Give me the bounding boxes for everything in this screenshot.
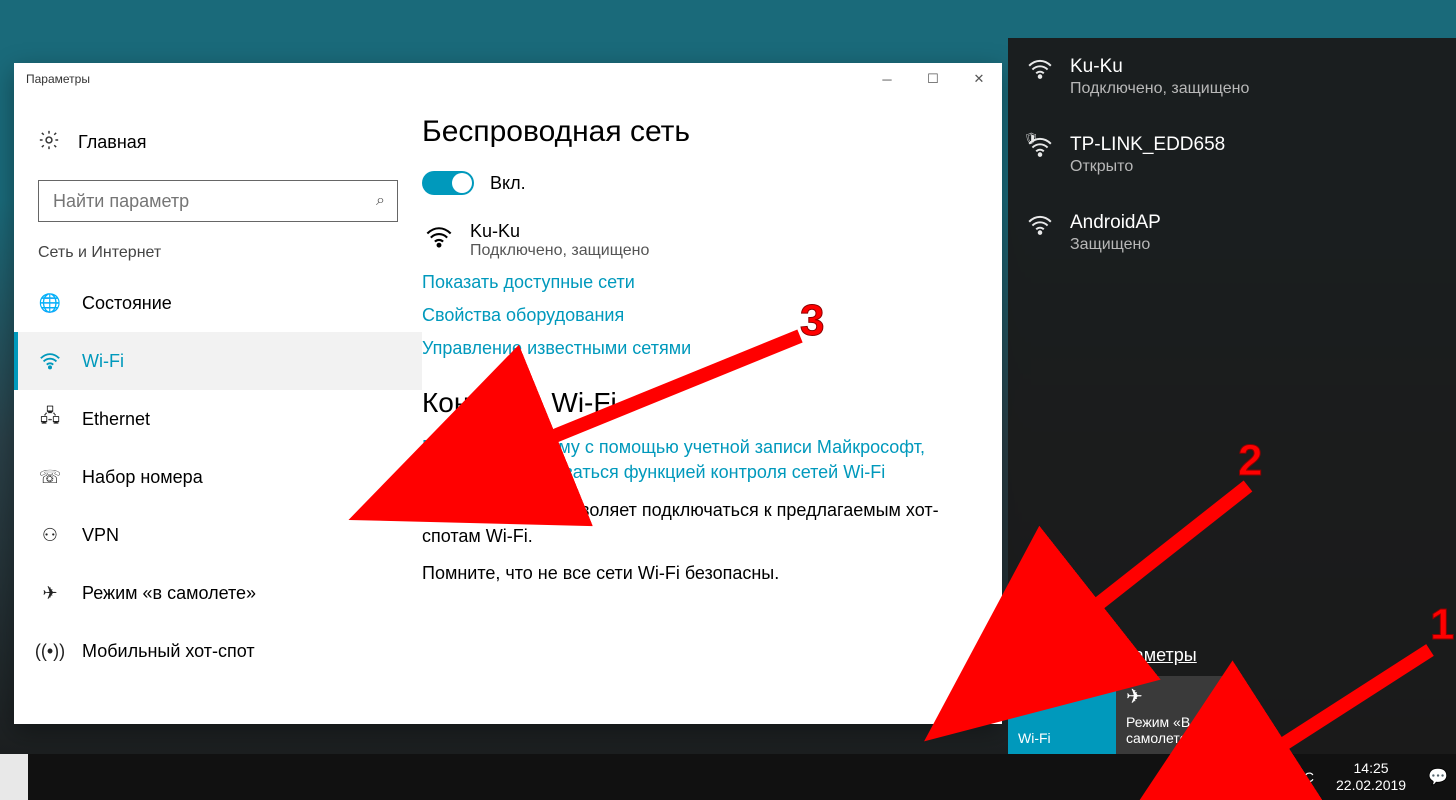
- nav-label: Wi-Fi: [82, 351, 124, 372]
- language-indicator[interactable]: РУС: [1286, 769, 1314, 785]
- close-button[interactable]: ✕: [956, 63, 1002, 95]
- maximize-button[interactable]: ☐: [910, 63, 956, 95]
- dialup-icon: ☏: [38, 467, 62, 488]
- vpn-icon: ⚇: [38, 525, 62, 546]
- gear-icon: [38, 129, 60, 156]
- flyout-network-item[interactable]: 🛡 TP-LINK_EDD658 Открыто: [1008, 116, 1456, 194]
- nav-dialup[interactable]: ☏ Набор номера: [14, 448, 422, 506]
- annotation-1: 1: [1430, 600, 1454, 650]
- globe-icon: 🌐: [38, 293, 62, 314]
- wifi-icon: [1018, 684, 1106, 712]
- wifi-tray-icon[interactable]: [1220, 766, 1238, 789]
- time: 14:25: [1336, 760, 1406, 777]
- task-view-preview[interactable]: [0, 754, 28, 800]
- nav-label: Режим «в самолете»: [82, 583, 256, 604]
- wifi-sense-heading: Контроль Wi-Fi: [422, 387, 964, 419]
- wifi-icon: [1026, 56, 1054, 98]
- nav-status[interactable]: 🌐 Состояние: [14, 274, 422, 332]
- wifi-icon: [38, 350, 62, 372]
- nav-label: Набор номера: [82, 467, 203, 488]
- minimize-button[interactable]: ─: [864, 63, 910, 95]
- tray-chevron-up-icon[interactable]: ︿: [1156, 765, 1172, 789]
- nav-label: Состояние: [82, 293, 172, 314]
- wifi-sense-desc: Контроль Wi-Fi позволяет подключаться к …: [422, 497, 964, 549]
- wifi-open-icon: 🛡: [1026, 134, 1054, 176]
- nav-label: VPN: [82, 525, 119, 546]
- nav-ethernet[interactable]: 🖧 Ethernet: [14, 390, 422, 448]
- page-title: Беспроводная сеть: [422, 115, 964, 149]
- hardware-properties-link[interactable]: Свойства оборудования: [422, 305, 964, 326]
- annotation-2: 2: [1238, 436, 1262, 486]
- flyout-network-item[interactable]: AndroidAP Защищено: [1008, 194, 1456, 272]
- network-settings-link-row: Сетевые параметры: [1008, 645, 1456, 676]
- hotspot-icon: ((•)): [38, 641, 62, 662]
- nav-label: Ethernet: [82, 409, 150, 430]
- quick-action-wifi[interactable]: Wi-Fi: [1008, 676, 1116, 754]
- nav-airplane[interactable]: ✈ Режим «в самолете»: [14, 564, 422, 622]
- nav-wifi[interactable]: Wi-Fi: [14, 332, 422, 390]
- settings-content: Беспроводная сеть Вкл. Ku-Ku Подключено,…: [422, 95, 1002, 724]
- quick-action-label: Режим «В самолете»: [1126, 714, 1214, 746]
- search-input[interactable]: [51, 190, 376, 213]
- airplane-icon: ✈: [1126, 684, 1214, 709]
- home-button[interactable]: Главная: [14, 119, 422, 174]
- network-status: Защищено: [1070, 236, 1161, 254]
- ms-signin-link[interactable]: Войдите в систему с помощью учетной запи…: [422, 435, 964, 485]
- shield-icon: 🛡: [1024, 132, 1038, 145]
- home-label: Главная: [78, 132, 147, 153]
- search-box[interactable]: ⌕: [38, 180, 398, 222]
- wifi-toggle[interactable]: [422, 171, 474, 195]
- manage-known-networks-link[interactable]: Управление известными сетями: [422, 338, 964, 359]
- taskbar[interactable]: ︿ 🔋 🔊 РУС 14:25 22.02.2019 💬: [0, 754, 1456, 800]
- show-available-networks-link[interactable]: Показать доступные сети: [422, 272, 964, 293]
- ethernet-icon: 🖧: [38, 404, 62, 434]
- action-center-icon[interactable]: 💬: [1428, 767, 1448, 787]
- network-settings-link[interactable]: Сетевые параметры: [1026, 645, 1197, 665]
- window-title: Параметры: [26, 72, 90, 86]
- flyout-network-item[interactable]: Ku-Ku Подключено, защищено: [1008, 38, 1456, 116]
- category-label: Сеть и Интернет: [14, 244, 422, 274]
- battery-icon[interactable]: 🔋: [1186, 767, 1206, 787]
- annotation-3: 3: [800, 296, 824, 346]
- toggle-label: Вкл.: [490, 173, 526, 194]
- network-name: Ku-Ku: [1070, 56, 1249, 78]
- titlebar[interactable]: Параметры ─ ☐ ✕: [14, 63, 1002, 95]
- wifi-icon: [1026, 212, 1054, 254]
- quick-action-airplane[interactable]: ✈ Режим «В самолете»: [1116, 676, 1224, 754]
- nav-hotspot[interactable]: ((•)) Мобильный хот-спот: [14, 622, 422, 680]
- airplane-icon: ✈: [38, 583, 62, 604]
- network-flyout: Ku-Ku Подключено, защищено 🛡 TP-LINK_EDD…: [1008, 38, 1456, 754]
- network-status: Подключено, защищено: [1070, 80, 1249, 98]
- wifi-sense-warning: Помните, что не все сети Wi-Fi безопасны…: [422, 560, 964, 586]
- network-name: Ku-Ku: [470, 221, 649, 242]
- quick-actions: Wi-Fi ✈ Режим «В самолете»: [1008, 676, 1456, 754]
- clock[interactable]: 14:25 22.02.2019: [1328, 760, 1414, 794]
- network-name: AndroidAP: [1070, 212, 1161, 234]
- nav-label: Мобильный хот-спот: [82, 641, 255, 662]
- settings-window: Параметры ─ ☐ ✕ Главная ⌕ Сеть и Интерне…: [14, 63, 1002, 724]
- date: 22.02.2019: [1336, 777, 1406, 794]
- network-status: Открыто: [1070, 158, 1225, 176]
- volume-icon[interactable]: 🔊: [1252, 767, 1272, 787]
- search-icon: ⌕: [376, 192, 385, 210]
- network-name: TP-LINK_EDD658: [1070, 134, 1225, 156]
- network-status: Подключено, защищено: [470, 242, 649, 260]
- settings-sidebar: Главная ⌕ Сеть и Интернет 🌐 Состояние Wi…: [14, 95, 422, 724]
- nav-vpn[interactable]: ⚇ VPN: [14, 506, 422, 564]
- wifi-icon: [422, 221, 456, 260]
- connected-network: Ku-Ku Подключено, защищено: [422, 221, 964, 260]
- window-controls: ─ ☐ ✕: [864, 63, 1002, 95]
- quick-action-label: Wi-Fi: [1018, 730, 1106, 746]
